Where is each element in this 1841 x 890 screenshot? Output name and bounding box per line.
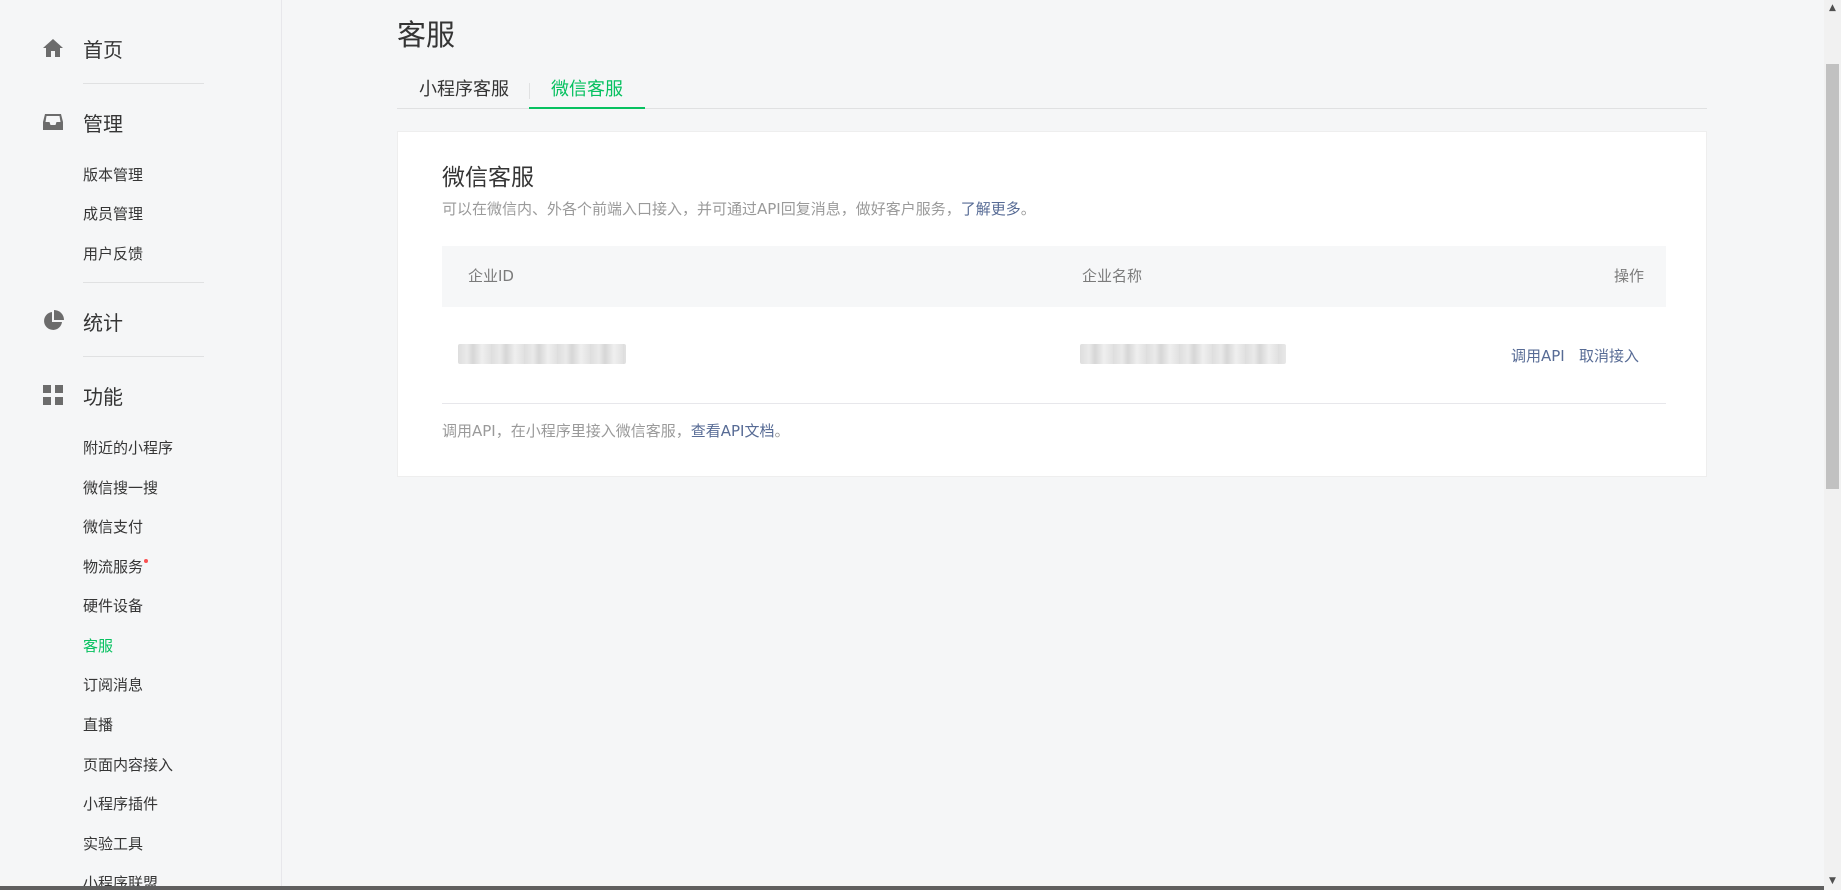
- description-end: 。: [1020, 200, 1036, 218]
- new-badge-dot: [144, 559, 149, 563]
- table-header: 企业ID 企业名称 操作: [442, 246, 1666, 307]
- call-api-link[interactable]: 调用API: [1511, 345, 1565, 366]
- table-row: 调用API 取消接入: [442, 307, 1666, 404]
- cancel-access-link[interactable]: 取消接入: [1579, 345, 1639, 366]
- grid-icon: [40, 382, 66, 408]
- sidebar-item-page-content[interactable]: 页面内容接入: [83, 754, 173, 776]
- sidebar-item-customer-service[interactable]: 客服: [83, 635, 113, 657]
- tab-bar: 小程序客服 微信客服: [397, 72, 1707, 109]
- inbox-icon: [40, 109, 66, 135]
- divider: [83, 282, 204, 283]
- vertical-scrollbar[interactable]: ▲ ▼: [1824, 0, 1841, 890]
- sidebar-item-label: 物流服务: [83, 558, 144, 576]
- tab-miniprogram-cs[interactable]: 小程序客服: [397, 72, 531, 109]
- sidebar-item-plugins[interactable]: 小程序插件: [83, 793, 158, 815]
- page: 首页 管理 版本管理 成员管理 用户反馈 统计 功能 附近的小程序 微信搜一搜: [0, 0, 1841, 890]
- column-enterprise-name: 企业名称: [1082, 267, 1143, 285]
- sidebar-item-stats[interactable]: 统计: [40, 305, 123, 337]
- divider: [83, 83, 204, 84]
- description-text: 可以在微信内、外各个前端入口接入，并可通过API回复消息，做好客户服务，: [442, 200, 961, 218]
- sidebar-item-version[interactable]: 版本管理: [83, 164, 143, 186]
- scroll-up-arrow-icon[interactable]: ▲: [1824, 0, 1841, 17]
- api-docs-link[interactable]: 查看API文档: [691, 422, 775, 440]
- sidebar-item-subscribe[interactable]: 订阅消息: [83, 674, 143, 696]
- sidebar-item-label: 首页: [83, 37, 123, 62]
- column-actions: 操作: [1613, 267, 1644, 285]
- tab-wechat-cs[interactable]: 微信客服: [529, 72, 645, 109]
- pie-chart-icon: [40, 308, 66, 334]
- footer-end: 。: [774, 422, 790, 440]
- sidebar-item-nearby[interactable]: 附近的小程序: [83, 437, 173, 459]
- column-enterprise-id: 企业ID: [468, 267, 514, 285]
- sidebar-item-search[interactable]: 微信搜一搜: [83, 477, 158, 499]
- sidebar-item-logistics[interactable]: 物流服务: [83, 556, 149, 578]
- sidebar-item-label: 管理: [83, 111, 123, 136]
- sidebar-item-pay[interactable]: 微信支付: [83, 516, 143, 538]
- sidebar-item-feedback[interactable]: 用户反馈: [83, 243, 143, 265]
- sidebar-item-label: 统计: [83, 310, 123, 335]
- sidebar-item-label: 功能: [83, 384, 123, 409]
- scroll-thumb[interactable]: [1826, 64, 1839, 489]
- sidebar: 首页 管理 版本管理 成员管理 用户反馈 统计 功能 附近的小程序 微信搜一搜: [0, 0, 282, 890]
- card-description: 可以在微信内、外各个前端入口接入，并可通过API回复消息，做好客户服务，了解更多…: [442, 198, 1036, 219]
- scroll-down-arrow-icon[interactable]: ▼: [1824, 873, 1841, 890]
- wechat-cs-card: 微信客服 可以在微信内、外各个前端入口接入，并可通过API回复消息，做好客户服务…: [397, 131, 1707, 477]
- page-title: 客服: [397, 18, 456, 52]
- learn-more-link[interactable]: 了解更多: [961, 200, 1021, 218]
- sidebar-item-manage[interactable]: 管理: [40, 106, 123, 138]
- sidebar-item-members[interactable]: 成员管理: [83, 203, 143, 225]
- card-title: 微信客服: [442, 165, 534, 191]
- card-footer: 调用API，在小程序里接入微信客服，查看API文档。: [442, 420, 789, 441]
- redacted-enterprise-name: [1080, 344, 1286, 364]
- divider: [83, 356, 204, 357]
- redacted-enterprise-id: [458, 344, 626, 364]
- home-icon: [40, 35, 66, 61]
- sidebar-item-home[interactable]: 首页: [40, 32, 123, 64]
- window-bottom-edge: [0, 886, 1824, 890]
- sidebar-item-hardware[interactable]: 硬件设备: [83, 595, 143, 617]
- sidebar-item-live[interactable]: 直播: [83, 714, 113, 736]
- sidebar-item-lab[interactable]: 实验工具: [83, 833, 143, 855]
- sidebar-item-features[interactable]: 功能: [40, 379, 123, 411]
- footer-text: 调用API，在小程序里接入微信客服，: [442, 422, 691, 440]
